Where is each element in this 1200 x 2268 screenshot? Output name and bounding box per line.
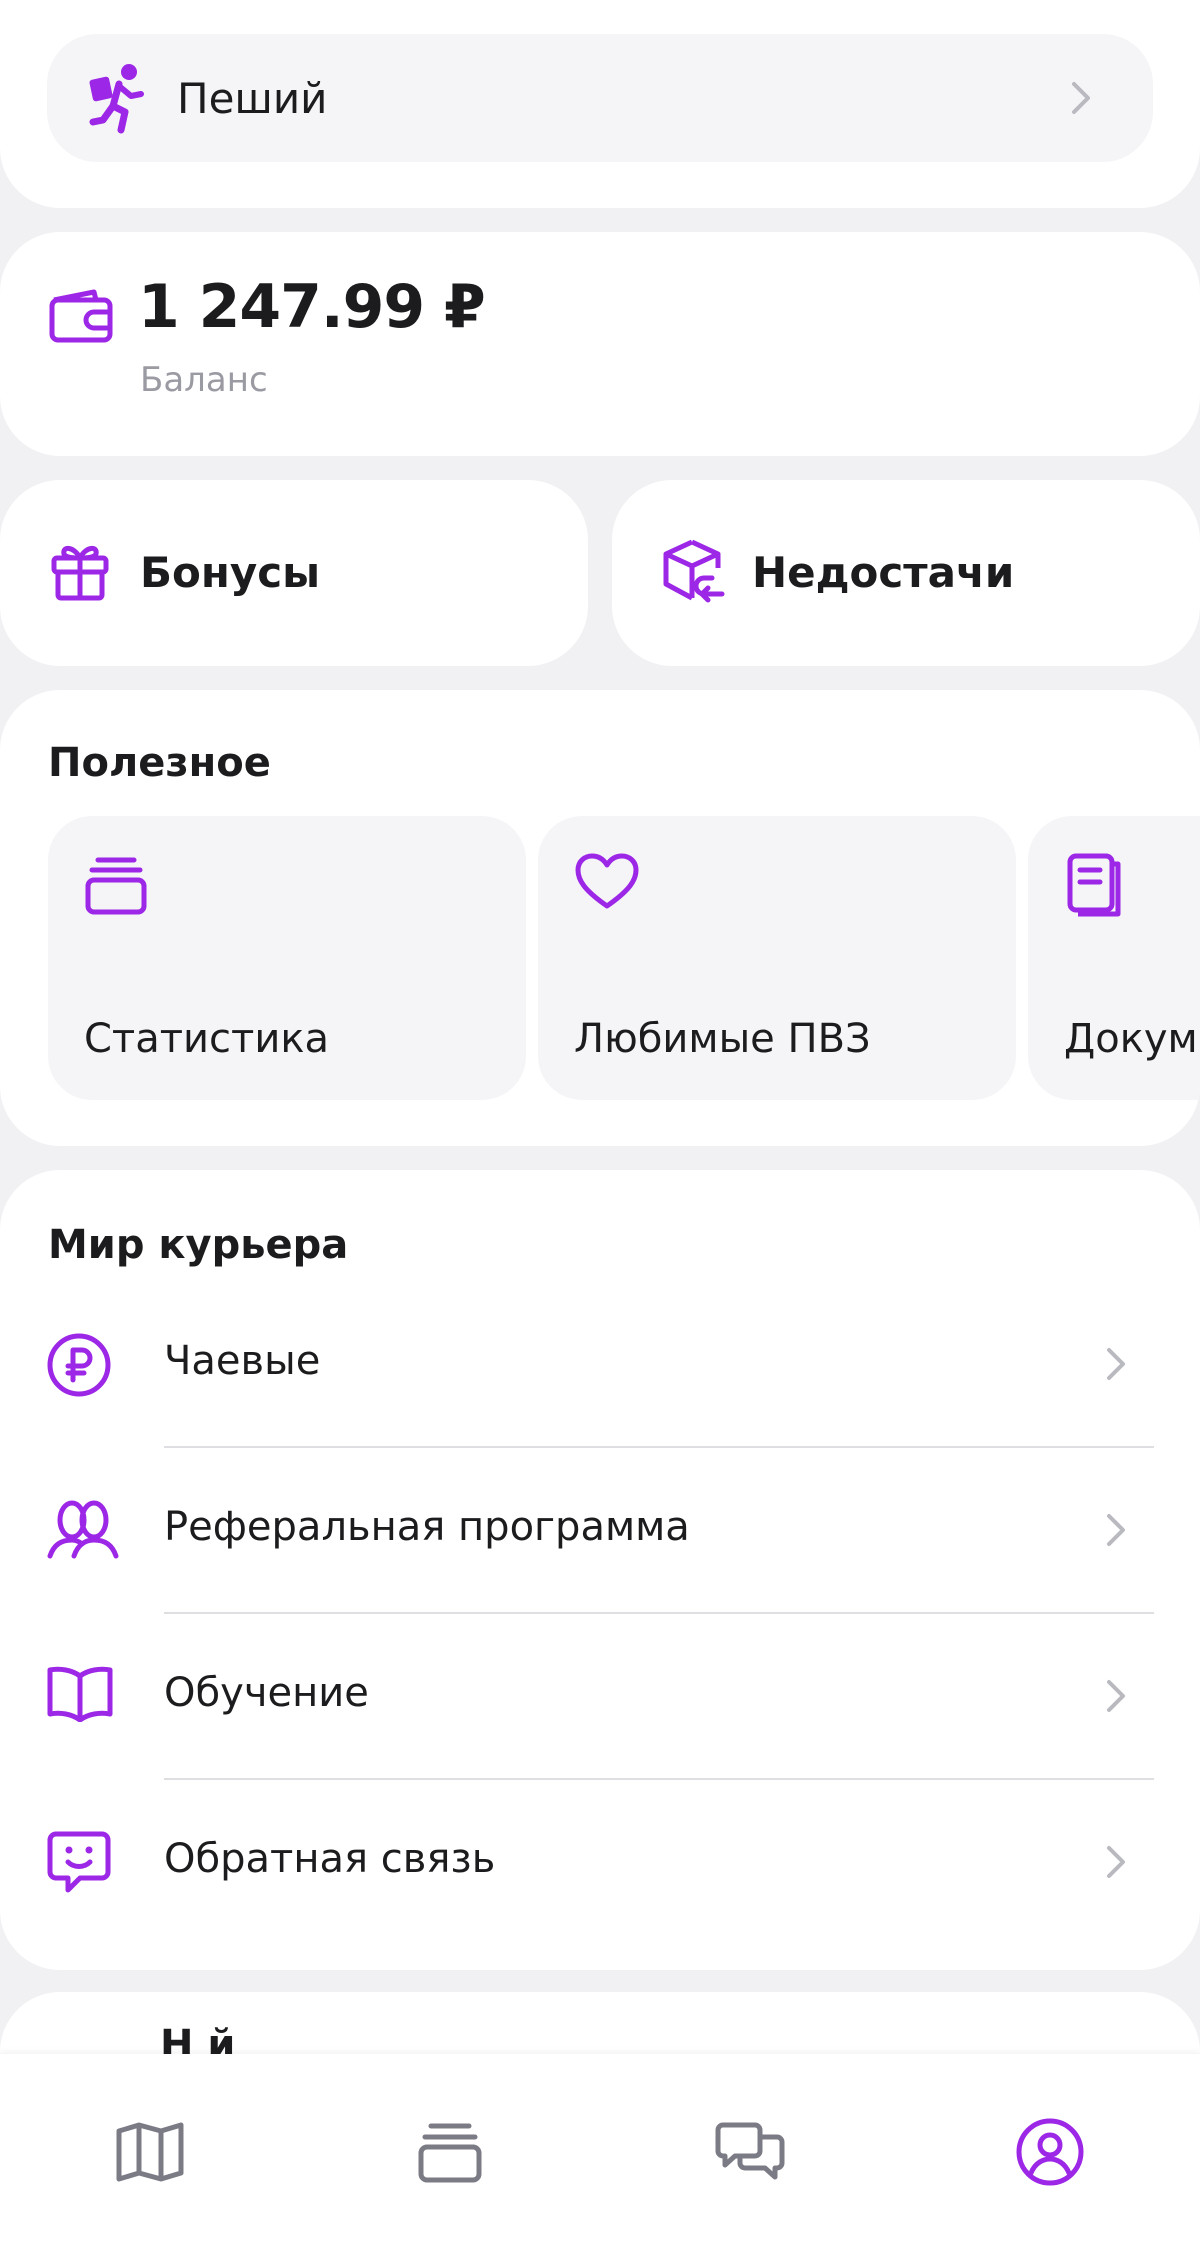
people-icon xyxy=(46,1498,120,1560)
chevron-right-icon xyxy=(1104,1512,1128,1548)
nav-profile[interactable] xyxy=(1002,2104,1098,2200)
learning-item[interactable]: Обучение xyxy=(0,1614,1200,1780)
documents-label: Докум xyxy=(1064,1016,1198,1062)
balance-label: Баланс xyxy=(140,360,268,400)
profile-icon xyxy=(1015,2117,1085,2187)
tips-label: Чаевые xyxy=(164,1338,321,1384)
chevron-right-icon xyxy=(1104,1346,1128,1382)
courier-world-section: Мир курьера Чаевые Реферальная программа xyxy=(0,1170,1200,1970)
box-return-icon xyxy=(660,538,726,604)
tips-item[interactable]: Чаевые xyxy=(0,1282,1200,1448)
shortages-button[interactable]: Недостачи xyxy=(612,480,1200,666)
stack-icon xyxy=(84,852,148,916)
ruble-circle-icon xyxy=(46,1332,112,1398)
referral-program-label: Реферальная программа xyxy=(164,1504,690,1550)
walking-person-icon xyxy=(85,62,155,134)
transport-mode-label: Пеший xyxy=(177,73,328,123)
gift-icon xyxy=(48,538,112,602)
chevron-right-icon xyxy=(1104,1678,1128,1714)
statistics-tile[interactable]: Статистика xyxy=(48,816,526,1100)
transport-card: Пеший xyxy=(0,0,1200,208)
nav-map[interactable] xyxy=(102,2104,198,2200)
transport-mode-row[interactable]: Пеший xyxy=(47,34,1153,162)
chevron-right-icon xyxy=(1104,1844,1128,1880)
bonuses-label: Бонусы xyxy=(140,548,321,597)
referral-program-item[interactable]: Реферальная программа xyxy=(0,1448,1200,1614)
balance-amount: 1 247.99 ₽ xyxy=(138,272,486,342)
favorite-pickup-points-label: Любимые ПВЗ xyxy=(574,1016,871,1062)
document-icon xyxy=(1064,852,1124,918)
section-title: Мир курьера xyxy=(48,1222,349,1268)
wallet-icon xyxy=(48,288,114,344)
heart-icon xyxy=(574,852,640,912)
section-title: Полезное xyxy=(48,740,271,786)
stack-icon xyxy=(417,2120,483,2184)
feedback-item[interactable]: Обратная связь xyxy=(0,1780,1200,1946)
statistics-label: Статистика xyxy=(84,1016,329,1062)
feedback-chat-icon xyxy=(46,1830,112,1896)
nav-orders[interactable] xyxy=(402,2104,498,2200)
documents-tile[interactable]: Докум xyxy=(1028,816,1200,1100)
chat-icon xyxy=(715,2121,785,2183)
bonuses-button[interactable]: Бонусы xyxy=(0,480,588,666)
shortages-label: Недостачи xyxy=(752,548,1015,597)
chevron-right-icon xyxy=(1069,80,1093,116)
book-icon xyxy=(46,1664,114,1722)
nav-chats[interactable] xyxy=(702,2104,798,2200)
feedback-label: Обратная связь xyxy=(164,1836,496,1882)
favorite-pickup-points-tile[interactable]: Любимые ПВЗ xyxy=(538,816,1016,1100)
useful-section: Полезное Статистика Любимые ПВЗ Докум xyxy=(0,690,1200,1146)
learning-label: Обучение xyxy=(164,1670,369,1716)
map-icon xyxy=(115,2121,185,2183)
bottom-navigation xyxy=(0,2054,1200,2268)
balance-card[interactable]: 1 247.99 ₽ Баланс xyxy=(0,232,1200,456)
